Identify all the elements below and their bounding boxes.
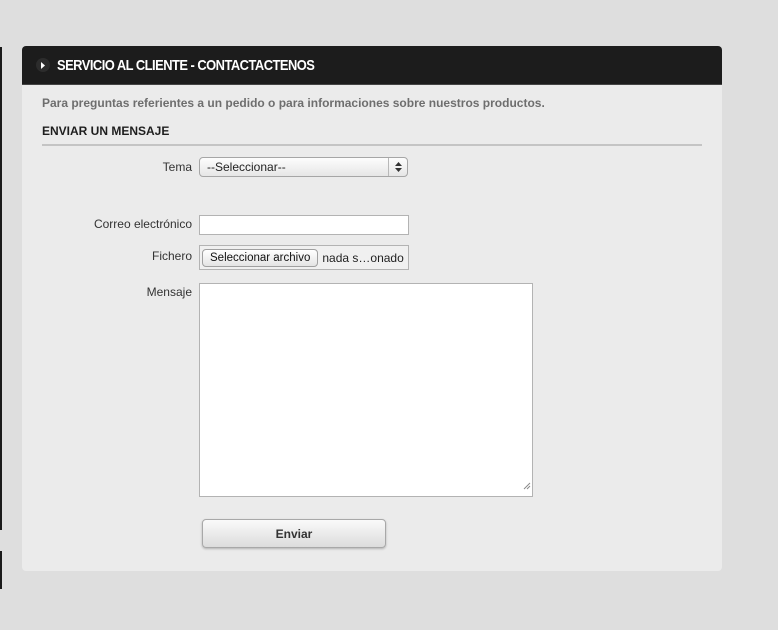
intro-text: Para preguntas referientes a un pedido o… <box>42 96 545 110</box>
left-sidebar-edge-lower <box>0 551 2 589</box>
topic-select[interactable]: --Seleccionar-- <box>199 157 408 177</box>
panel-title: SERVICIO AL CLIENTE - CONTACTACTENOS <box>57 56 315 74</box>
file-status: nada s…onado <box>322 250 404 265</box>
chevron-right-icon <box>36 58 50 72</box>
divider <box>42 144 702 146</box>
contact-panel: SERVICIO AL CLIENTE - CONTACTACTENOS Par… <box>22 46 722 571</box>
file-input[interactable]: Seleccionar archivo nada s…onado <box>199 245 409 270</box>
up-down-arrows-icon <box>388 158 407 176</box>
email-field[interactable] <box>199 215 409 235</box>
topic-label: Tema <box>162 160 192 174</box>
resize-handle-icon[interactable] <box>523 477 531 495</box>
choose-file-button[interactable]: Seleccionar archivo <box>202 248 319 267</box>
submit-button[interactable]: Enviar <box>202 519 386 548</box>
topic-select-value: --Seleccionar-- <box>207 160 286 174</box>
email-label: Correo electrónico <box>93 217 192 231</box>
message-textarea[interactable] <box>199 283 533 497</box>
message-label: Mensaje <box>146 285 192 299</box>
section-heading: ENVIAR UN MENSAJE <box>42 124 170 138</box>
left-sidebar-edge <box>0 47 2 530</box>
file-label: Fichero <box>151 249 192 263</box>
panel-header: SERVICIO AL CLIENTE - CONTACTACTENOS <box>22 46 722 85</box>
